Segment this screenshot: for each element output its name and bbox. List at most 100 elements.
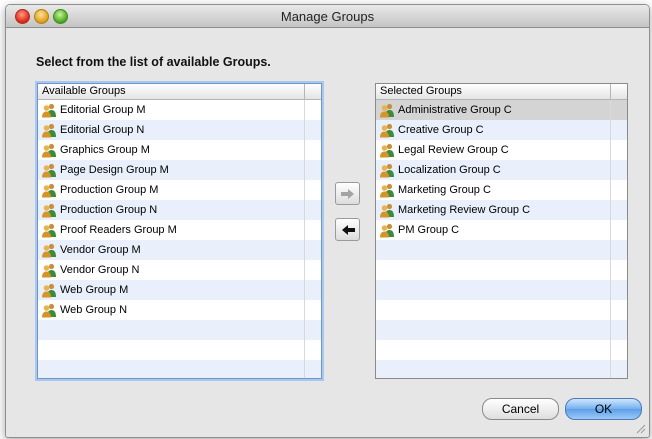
column-divider bbox=[610, 340, 611, 360]
column-divider bbox=[304, 220, 305, 240]
header-divider bbox=[610, 84, 611, 99]
selected-groups-list[interactable]: Selected Groups Administrative Group C Cr… bbox=[375, 83, 628, 379]
list-item-label: Page Design Group M bbox=[60, 164, 169, 176]
title-bar: Manage Groups bbox=[6, 5, 649, 28]
list-item[interactable]: Marketing Review Group C bbox=[376, 200, 627, 220]
list-item[interactable]: Localization Group C bbox=[376, 160, 627, 180]
list-item[interactable]: Proof Readers Group M bbox=[38, 220, 321, 240]
group-icon bbox=[41, 102, 57, 118]
resize-grip-icon[interactable] bbox=[636, 424, 646, 434]
list-item[interactable]: Marketing Group C bbox=[376, 180, 627, 200]
column-divider bbox=[304, 360, 305, 378]
list-item-label: Editorial Group M bbox=[60, 104, 146, 116]
group-icon bbox=[379, 182, 395, 198]
column-divider bbox=[304, 260, 305, 280]
group-icon bbox=[379, 162, 395, 178]
cancel-button[interactable]: Cancel bbox=[482, 398, 559, 420]
remove-from-selected-button[interactable] bbox=[335, 218, 360, 241]
list-item[interactable]: Production Group N bbox=[38, 200, 321, 220]
column-divider bbox=[610, 200, 611, 220]
column-divider bbox=[610, 280, 611, 300]
list-item-label: Creative Group C bbox=[398, 124, 484, 136]
column-divider bbox=[304, 320, 305, 340]
group-icon bbox=[379, 202, 395, 218]
column-divider bbox=[304, 100, 305, 120]
column-divider bbox=[610, 240, 611, 260]
column-divider bbox=[304, 300, 305, 320]
empty-row bbox=[38, 340, 321, 360]
column-divider bbox=[610, 100, 611, 120]
list-item[interactable]: Editorial Group M bbox=[38, 100, 321, 120]
list-item[interactable]: Production Group M bbox=[38, 180, 321, 200]
empty-row bbox=[38, 360, 321, 378]
list-item[interactable]: Page Design Group M bbox=[38, 160, 321, 180]
available-groups-header-label: Available Groups bbox=[42, 85, 126, 97]
group-icon bbox=[41, 222, 57, 238]
list-item[interactable]: Legal Review Group C bbox=[376, 140, 627, 160]
ok-button[interactable]: OK bbox=[565, 398, 642, 420]
manage-groups-dialog: Manage Groups Select from the list of av… bbox=[5, 4, 650, 438]
column-divider bbox=[304, 140, 305, 160]
window-title: Manage Groups bbox=[280, 9, 375, 24]
list-item[interactable]: Web Group N bbox=[38, 300, 321, 320]
column-divider bbox=[610, 320, 611, 340]
list-item[interactable]: Web Group M bbox=[38, 280, 321, 300]
list-item-label: Vendor Group N bbox=[60, 264, 140, 276]
column-divider bbox=[610, 360, 611, 378]
right-arrow-icon bbox=[340, 188, 354, 199]
column-divider bbox=[304, 160, 305, 180]
group-icon bbox=[379, 142, 395, 158]
column-divider bbox=[304, 240, 305, 260]
empty-row bbox=[376, 300, 627, 320]
column-divider bbox=[304, 200, 305, 220]
available-groups-header[interactable]: Available Groups bbox=[38, 84, 321, 100]
column-divider bbox=[610, 220, 611, 240]
column-divider bbox=[304, 280, 305, 300]
column-divider bbox=[304, 120, 305, 140]
list-item[interactable]: Graphics Group M bbox=[38, 140, 321, 160]
column-divider bbox=[610, 160, 611, 180]
list-item-label: Marketing Review Group C bbox=[398, 204, 531, 216]
left-arrow-icon bbox=[341, 224, 355, 235]
empty-row bbox=[376, 360, 627, 378]
list-item-label: Legal Review Group C bbox=[398, 144, 509, 156]
empty-row bbox=[38, 320, 321, 340]
column-divider bbox=[610, 300, 611, 320]
group-icon bbox=[41, 142, 57, 158]
column-divider bbox=[610, 120, 611, 140]
list-item[interactable]: PM Group C bbox=[376, 220, 627, 240]
list-item-label: Editorial Group N bbox=[60, 124, 145, 136]
list-item-label: Graphics Group M bbox=[60, 144, 150, 156]
header-divider bbox=[304, 84, 305, 99]
list-item-label: Web Group M bbox=[60, 284, 129, 296]
list-item-label: PM Group C bbox=[398, 224, 460, 236]
instruction-text: Select from the list of available Groups… bbox=[36, 55, 271, 69]
selected-groups-header[interactable]: Selected Groups bbox=[376, 84, 627, 100]
list-item-label: Proof Readers Group M bbox=[60, 224, 177, 236]
group-icon bbox=[41, 122, 57, 138]
empty-row bbox=[376, 260, 627, 280]
group-icon bbox=[41, 242, 57, 258]
list-item[interactable]: Creative Group C bbox=[376, 120, 627, 140]
column-divider bbox=[304, 340, 305, 360]
available-groups-list[interactable]: Available Groups Editorial Group M Editor… bbox=[37, 83, 322, 379]
group-icon bbox=[41, 162, 57, 178]
column-divider bbox=[610, 140, 611, 160]
list-item-label: Administrative Group C bbox=[398, 104, 512, 116]
list-item[interactable]: Vendor Group M bbox=[38, 240, 321, 260]
group-icon bbox=[41, 262, 57, 278]
list-item-label: Marketing Group C bbox=[398, 184, 491, 196]
empty-row bbox=[376, 340, 627, 360]
group-icon bbox=[379, 122, 395, 138]
list-item[interactable]: Administrative Group C bbox=[376, 100, 627, 120]
list-item-label: Production Group N bbox=[60, 204, 158, 216]
group-icon bbox=[41, 182, 57, 198]
list-item[interactable]: Vendor Group N bbox=[38, 260, 321, 280]
list-item-label: Vendor Group M bbox=[60, 244, 141, 256]
list-item[interactable]: Editorial Group N bbox=[38, 120, 321, 140]
list-item-label: Web Group N bbox=[60, 304, 128, 316]
list-item-label: Production Group M bbox=[60, 184, 159, 196]
group-icon bbox=[41, 282, 57, 298]
column-divider bbox=[610, 180, 611, 200]
add-to-selected-button[interactable] bbox=[335, 182, 360, 205]
